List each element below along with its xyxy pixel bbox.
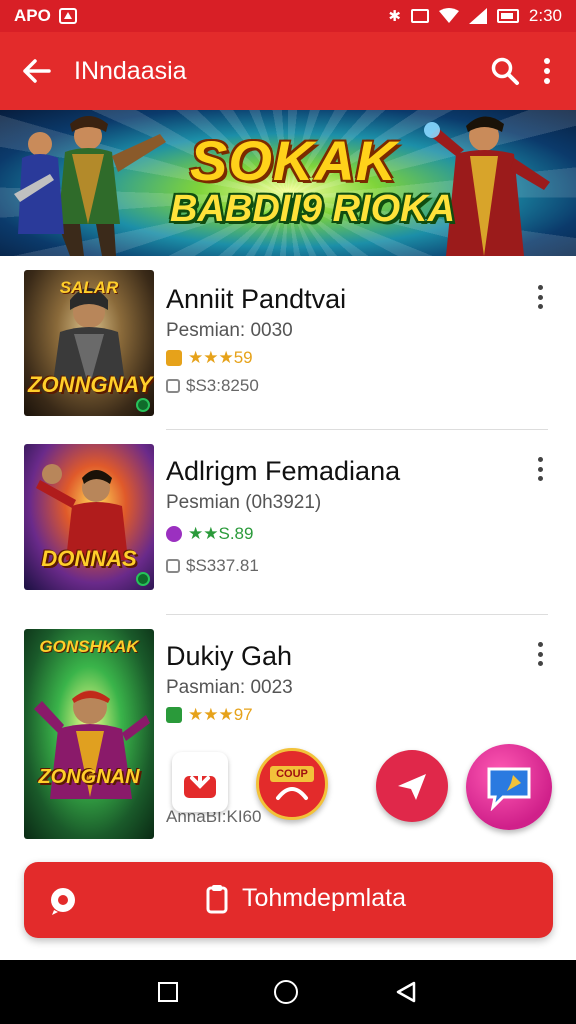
status-left: APO xyxy=(14,6,77,26)
primary-action-button[interactable]: Tohmdepmlata xyxy=(24,862,553,938)
nfc-icon xyxy=(410,9,429,23)
item-more-button[interactable] xyxy=(528,454,552,484)
cta-label: Tohmdepmlata xyxy=(242,884,406,912)
price-text: $S337.81 xyxy=(186,556,259,575)
game-price: $S337.81 xyxy=(166,556,259,576)
phone-screen: APO ✱ 2:30 INndaasia SOKAK BABDII9 RIOKA… xyxy=(0,0,576,1024)
status-bar: APO ✱ 2:30 xyxy=(0,0,576,32)
list-item[interactable]: SALAR ZONNGNAY Anniit Pandtvai Pesmian: … xyxy=(0,256,576,431)
clock: 2:30 xyxy=(528,6,562,25)
notification-icon xyxy=(58,8,77,24)
game-version: Pesmian (0h3921) xyxy=(166,492,322,513)
promo-banner[interactable]: SOKAK BABDII9 RIOKA xyxy=(0,110,576,256)
lock-icon xyxy=(166,379,180,393)
game-rating: ★★★97 xyxy=(166,705,253,725)
game-version: Pesmian: 0030 xyxy=(166,320,293,341)
search-icon xyxy=(491,57,519,85)
home-button[interactable] xyxy=(274,980,298,1004)
triangle-back-icon xyxy=(396,981,416,1003)
game-name: Anniit Pandtvai xyxy=(166,284,347,314)
thumb-badge xyxy=(136,398,150,412)
recents-button[interactable] xyxy=(158,982,178,1002)
game-thumbnail: DONNAS xyxy=(24,444,154,590)
coupon-label: COUP xyxy=(270,766,314,782)
item-more-button[interactable] xyxy=(528,282,552,312)
game-thumbnail: SALAR ZONNGNAY xyxy=(24,270,154,416)
rating-chip-icon xyxy=(166,526,182,542)
app-bar-actions xyxy=(490,56,576,86)
game-name: Dukiy Gah xyxy=(166,641,293,671)
download-icon xyxy=(184,762,216,798)
thumb-figure xyxy=(34,690,150,799)
app-bar: INndaasia xyxy=(0,32,576,110)
thumb-title-text: DONNAS xyxy=(41,546,137,571)
carrier-label: APO xyxy=(14,6,51,25)
game-rating: ★★★59 xyxy=(166,348,253,368)
overflow-menu-button[interactable] xyxy=(542,58,552,84)
rating-text: ★★★59 xyxy=(188,348,253,367)
banner-hero-right xyxy=(424,116,550,256)
lock-icon xyxy=(166,559,180,573)
status-right: ✱ 2:30 xyxy=(388,6,562,26)
circle-icon xyxy=(274,980,298,1004)
clipboard-icon xyxy=(206,885,228,914)
download-button[interactable] xyxy=(172,752,228,812)
game-version: Pasmian: 0023 xyxy=(166,677,293,698)
page-title: INndaasia xyxy=(74,56,187,85)
game-thumbnail: GONSHKAK ZONGNAN xyxy=(24,629,154,839)
rating-chip-icon xyxy=(166,350,182,366)
game-price: $S3:8250 xyxy=(166,376,259,396)
chat-bubble-icon xyxy=(487,767,531,811)
rating-text: ★★★97 xyxy=(188,705,253,724)
more-vert-icon xyxy=(544,58,550,84)
thumb-top-text: GONSHKAK xyxy=(39,637,139,656)
game-rating: ★★S.89 xyxy=(166,524,253,544)
paper-plane-icon xyxy=(398,774,426,800)
price-text: $S3:8250 xyxy=(186,376,259,395)
list-item[interactable]: DONNAS Adlrigm Femadiana Pesmian (0h3921… xyxy=(0,432,576,616)
square-icon xyxy=(158,982,178,1002)
rating-text: ★★S.89 xyxy=(188,524,254,543)
signal-icon xyxy=(468,8,487,24)
wifi-icon xyxy=(438,8,459,23)
list-divider xyxy=(166,429,548,430)
system-nav-bar xyxy=(0,960,576,1024)
nav-back-button[interactable] xyxy=(394,980,418,1004)
banner-title: SOKAK xyxy=(190,129,398,192)
banner-subtitle: BABDII9 RIOKA xyxy=(170,188,456,230)
game-name: Adlrigm Femadiana xyxy=(166,456,401,486)
chat-button[interactable] xyxy=(466,744,552,830)
list-divider xyxy=(166,614,548,615)
bluetooth-icon: ✱ xyxy=(388,8,401,25)
thumb-title-text: ZONGNAN xyxy=(38,766,140,788)
send-button[interactable] xyxy=(376,750,448,822)
search-button[interactable] xyxy=(490,56,520,86)
arrow-left-icon xyxy=(23,59,51,83)
rating-chip-icon xyxy=(166,707,182,723)
coupon-icon: COUP xyxy=(270,766,314,802)
battery-icon xyxy=(496,9,519,23)
back-button[interactable] xyxy=(0,32,74,110)
coupon-button[interactable]: COUP xyxy=(256,748,328,820)
chat-circle-icon xyxy=(51,888,75,915)
thumb-top-text: SALAR xyxy=(59,278,119,297)
thumb-badge xyxy=(136,572,150,586)
thumb-title-text: ZONNGNAY xyxy=(28,372,153,397)
banner-hero-left xyxy=(14,116,166,256)
item-more-button[interactable] xyxy=(528,639,552,669)
